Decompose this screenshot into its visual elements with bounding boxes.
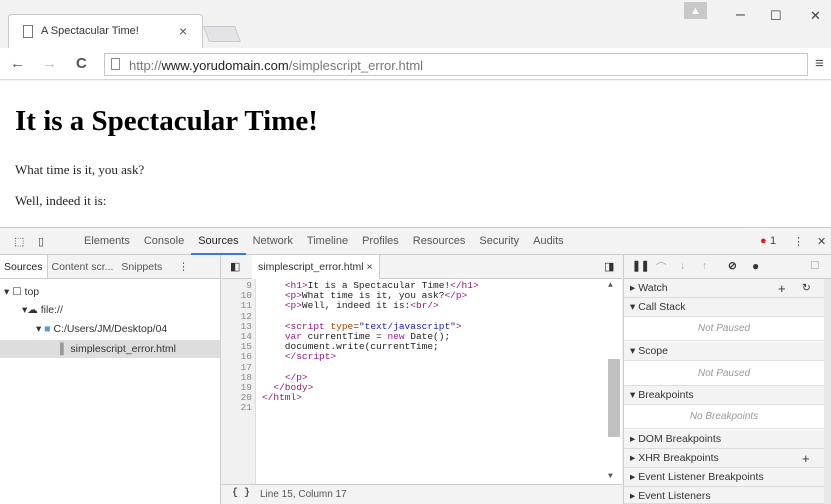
reload-button[interactable]: C <box>76 55 87 72</box>
toggle-navigator-icon[interactable]: ◧ <box>230 260 240 273</box>
editor-pane: ◧ simplescript_error.html × ◨ 9 <h1>It i… <box>222 255 622 504</box>
nav-more-icon[interactable]: ⋮ <box>174 255 193 278</box>
tab-timeline[interactable]: Timeline <box>300 228 355 255</box>
tab-console[interactable]: Console <box>137 228 191 255</box>
page-heading: It is a Spectacular Time! <box>15 105 318 137</box>
pause-icon[interactable]: ❚❚ <box>632 260 650 272</box>
code-line[interactable]: </script> <box>262 352 336 362</box>
file-icon: ▌ <box>60 343 68 355</box>
nav-tab-content-scripts[interactable]: Content scr... <box>48 255 118 278</box>
nav-tab-sources[interactable]: Sources <box>0 255 48 278</box>
code-editor[interactable]: 9 <h1>It is a Spectacular Time!</h1> 10 <… <box>222 279 622 484</box>
pretty-print-icon[interactable]: { } <box>232 488 250 499</box>
tab-audits[interactable]: Audits <box>526 228 571 255</box>
tree-item-file[interactable]: ▌ simplescript_error.html <box>0 340 220 358</box>
cursor-position: Line 15, Column 17 <box>260 489 347 500</box>
toggle-debugger-icon[interactable]: ◨ <box>604 260 614 273</box>
tab-sources[interactable]: Sources <box>191 228 246 255</box>
minimize-button[interactable]: – <box>736 6 745 24</box>
error-count: 1 <box>770 235 777 247</box>
tree-item-origin[interactable]: ▾☁ file:// <box>22 301 63 319</box>
tree-item-top[interactable]: ▾ ☐ top <box>4 283 39 301</box>
address-bar[interactable]: http://www.yorudomain.com/simplescript_e… <box>104 53 808 76</box>
tree-item-folder[interactable]: ▾ ■ C:/Users/JM/Desktop/04 <box>36 320 167 338</box>
tab-profiles[interactable]: Profiles <box>355 228 406 255</box>
navigator-tabs: Sources Content scr... Snippets ⋮ <box>0 255 220 279</box>
async-checkbox[interactable]: ☐ <box>810 260 819 272</box>
url-text: http://www.yorudomain.com/simplescript_e… <box>129 58 424 73</box>
tab-network[interactable]: Network <box>246 228 300 255</box>
device-mode-icon[interactable]: ▯ <box>38 235 44 248</box>
close-window-button[interactable]: ✕ <box>810 8 821 24</box>
folder-icon: ■ <box>44 323 51 335</box>
watch-section[interactable]: ▸ Watch + ↻ <box>624 279 824 298</box>
editor-status-bar: { } Line 15, Column 17 <box>222 484 622 504</box>
editor-tabs: ◧ simplescript_error.html × ◨ <box>222 255 622 279</box>
person-icon[interactable]: ▲ <box>684 2 707 19</box>
call-stack-message: Not Paused <box>624 317 824 341</box>
page-icon <box>111 58 120 70</box>
scope-message: Not Paused <box>624 362 824 386</box>
event-listeners-section[interactable]: ▸ Event Listeners <box>624 487 824 504</box>
scope-section[interactable]: ▾ Scope <box>624 342 824 361</box>
step-out-icon[interactable]: ↑ <box>702 260 707 272</box>
more-options-icon[interactable]: ⋮ <box>793 235 804 248</box>
event-listener-breakpoints-section[interactable]: ▸ Event Listener Breakpoints <box>624 468 824 487</box>
xhr-breakpoints-section[interactable]: ▸ XHR Breakpoints + <box>624 449 824 468</box>
menu-icon[interactable]: ≡ <box>815 55 824 72</box>
tab-security[interactable]: Security <box>472 228 526 255</box>
deactivate-breakpoints-icon[interactable]: ⊘ <box>728 260 737 272</box>
browser-toolbar: ← → C http://www.yorudomain.com/simplesc… <box>0 48 831 80</box>
page-paragraph-1: What time is it, you ask? <box>15 162 145 177</box>
editor-file-tab[interactable]: simplescript_error.html × <box>252 255 380 279</box>
debugger-sidebar: ❚❚ ⌒ ↓ ↑ ⊘ ● ☐ ▸ Watch + ↻ ▾ Call Stack No… <box>623 255 831 504</box>
add-watch-icon[interactable]: + <box>778 279 786 298</box>
refresh-watch-icon[interactable]: ↻ <box>802 279 811 298</box>
devtools-toolbar: ⬚ ▯ Elements Console Sources Network Tim… <box>0 227 831 255</box>
line-number[interactable]: 21 <box>222 403 252 413</box>
pause-on-exceptions-icon[interactable]: ● <box>752 259 759 273</box>
tab-title: A Spectacular Time! <box>41 25 139 37</box>
editor-scrollbar[interactable] <box>608 359 620 437</box>
code-line[interactable]: <p>Well, indeed it is:<br/> <box>262 301 439 311</box>
tab-resources[interactable]: Resources <box>406 228 473 255</box>
debugger-toolbar: ❚❚ ⌒ ↓ ↑ ⊘ ● ☐ <box>624 255 831 279</box>
add-xhr-breakpoint-icon[interactable]: + <box>802 449 810 468</box>
tab-close-button[interactable]: × <box>179 23 187 39</box>
breakpoints-section[interactable]: ▾ Breakpoints <box>624 386 824 405</box>
nav-tab-snippets[interactable]: Snippets <box>117 255 166 278</box>
scroll-up-icon[interactable]: ▲ <box>608 281 613 290</box>
page-content: It is a Spectacular Time! What time is i… <box>0 81 831 227</box>
page-paragraph-2: Well, indeed it is: <box>15 193 107 208</box>
code-line[interactable]: </html> <box>262 393 302 403</box>
maximize-button[interactable]: ☐ <box>770 8 782 24</box>
step-over-icon[interactable]: ⌒ <box>656 260 667 275</box>
forward-button[interactable]: → <box>42 55 57 72</box>
error-icon[interactable]: ● <box>760 235 767 247</box>
debugger-scrollbar[interactable] <box>824 279 831 504</box>
inspect-icon[interactable]: ⬚ <box>14 235 24 248</box>
tab-elements[interactable]: Elements <box>77 228 137 255</box>
step-into-icon[interactable]: ↓ <box>680 260 685 272</box>
scroll-down-icon[interactable]: ▼ <box>608 472 613 481</box>
navigator-pane: Sources Content scr... Snippets ⋮ ▾ ☐ to… <box>0 255 221 504</box>
call-stack-section[interactable]: ▾ Call Stack <box>624 298 824 317</box>
browser-titlebar: A Spectacular Time! × ▲ – ☐ ✕ <box>0 0 831 48</box>
back-button[interactable]: ← <box>10 55 25 72</box>
dom-breakpoints-section[interactable]: ▸ DOM Breakpoints <box>624 430 824 449</box>
browser-tab[interactable]: A Spectacular Time! × <box>8 14 203 48</box>
close-devtools-icon[interactable]: ✕ <box>817 235 826 248</box>
devtools-tabs: Elements Console Sources Network Timelin… <box>77 228 571 255</box>
new-tab-button[interactable] <box>203 26 241 42</box>
document-icon <box>23 25 33 38</box>
breakpoints-message: No Breakpoints <box>624 405 824 429</box>
